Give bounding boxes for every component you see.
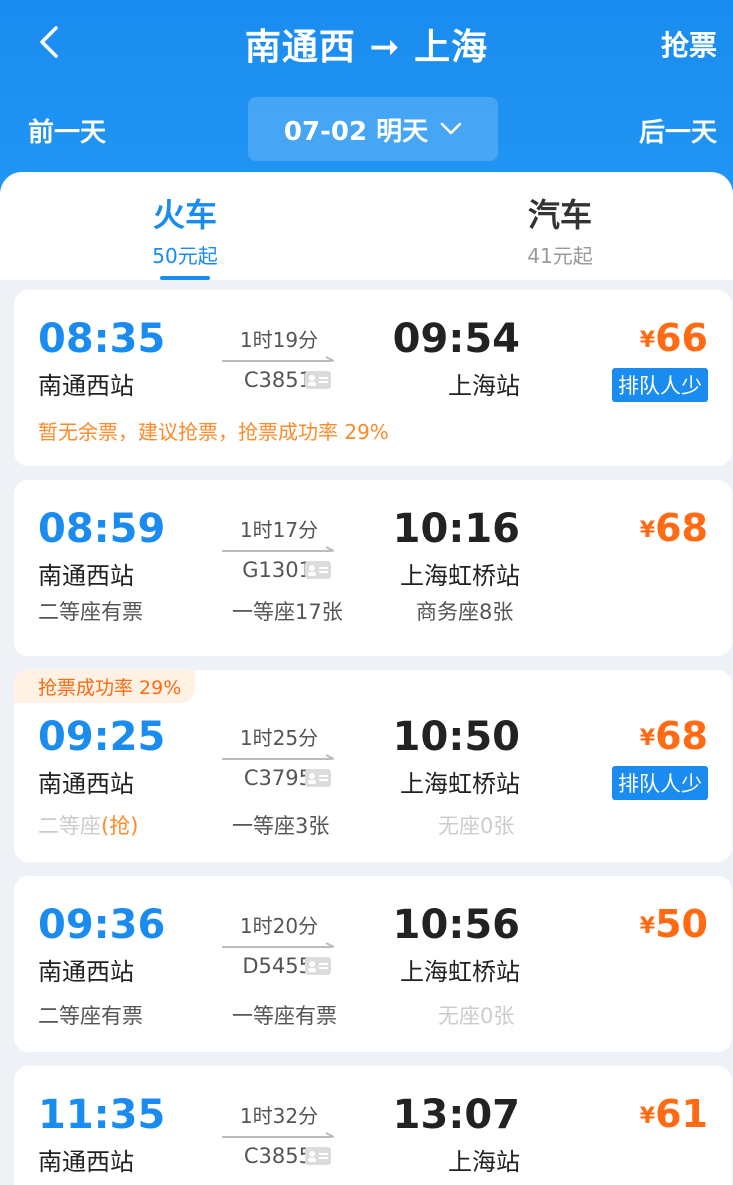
arrival-station: 上海虹桥站 [400, 958, 520, 986]
price: ¥68 [640, 714, 708, 758]
arrival-station: 上海站 [448, 372, 520, 400]
departure-time: 08:35 [38, 316, 166, 362]
arrival-time: 13:07 [392, 1092, 520, 1138]
arrival-station: 上海虹桥站 [400, 562, 520, 590]
id-card-icon [305, 561, 331, 579]
transport-tabs: 火车 50元起 汽车 41元起 [0, 172, 733, 280]
tab-underline [160, 276, 210, 280]
seat-second-class-label: 二等座 [38, 814, 101, 838]
grab-ticket-button[interactable]: 抢票 [661, 24, 717, 64]
departure-time: 11:35 [38, 1092, 166, 1138]
grab-success-ribbon: 抢票成功率 29% [14, 670, 196, 703]
arrow-line-icon [222, 754, 335, 760]
duration: 1时17分 [239, 518, 319, 542]
date-selector[interactable]: 07-02 明天 [248, 97, 498, 161]
departure-time: 09:25 [38, 714, 166, 760]
train-number: D5455 [242, 954, 312, 978]
arrival-time: 09:54 [392, 316, 520, 362]
arrow-line-icon [222, 356, 335, 362]
departure-station: 南通西站 [38, 958, 134, 986]
queue-badge: 排队人少 [612, 368, 708, 402]
seat-first-class: 一等座3张 [232, 814, 330, 838]
seat-business-class: 商务座8张 [416, 600, 514, 624]
price-value: 66 [655, 316, 708, 360]
grab-mark: (抢) [101, 814, 139, 838]
duration: 1时25分 [239, 726, 319, 750]
tab-bus[interactable]: 汽车 41元起 [460, 190, 660, 269]
train-number: G1301 [242, 558, 312, 582]
price-value: 61 [655, 1092, 708, 1136]
date-label: 07-02 明天 [283, 116, 429, 147]
departure-station: 南通西站 [38, 770, 134, 798]
route-title: 南通西 ➞ 上海 [244, 27, 489, 68]
currency-symbol: ¥ [639, 328, 656, 353]
duration: 1时20分 [239, 914, 319, 938]
seat-first-class: 一等座17张 [232, 600, 343, 624]
prev-day-button[interactable]: 前一天 [28, 112, 106, 149]
departure-station: 南通西站 [38, 562, 134, 590]
duration: 1时32分 [239, 1104, 319, 1128]
seat-second-class: 二等座有票 [38, 600, 143, 624]
train-number: C3795 [243, 766, 312, 790]
seat-standing: 无座0张 [438, 1004, 515, 1028]
price-value: 50 [655, 902, 708, 946]
seat-first-class: 一等座有票 [232, 1004, 337, 1028]
seat-second-class: 二等座(抢) [38, 810, 138, 840]
id-card-icon [305, 1147, 331, 1165]
arrow-line-icon [222, 546, 335, 552]
price: ¥68 [640, 506, 708, 550]
currency-symbol: ¥ [639, 726, 656, 751]
train-card[interactable]: 08:59 南通西站 1时17分 G1301 10:16 上海虹桥站 ¥68 二… [14, 480, 732, 656]
currency-symbol: ¥ [639, 1104, 656, 1129]
train-card[interactable]: 08:35 南通西站 1时19分 C3851 09:54 上海站 ¥66 排队人… [14, 290, 732, 466]
tab-bus-label: 汽车 [527, 196, 592, 234]
currency-symbol: ¥ [639, 518, 656, 543]
id-card-icon [305, 769, 331, 787]
departure-time: 09:36 [38, 902, 166, 948]
seat-standing: 无座0张 [438, 814, 515, 838]
price-value: 68 [655, 506, 708, 550]
departure-time: 08:59 [38, 506, 166, 552]
tab-train[interactable]: 火车 50元起 [85, 190, 285, 269]
arrow-line-icon [222, 942, 335, 948]
no-ticket-warning: 暂无余票，建议抢票，抢票成功率 29% [38, 420, 389, 444]
arrow-line-icon [222, 1132, 335, 1138]
header: 南通西 ➞ 上海 抢票 前一天 07-02 明天 后一天 [0, 0, 733, 200]
id-card-icon [305, 371, 331, 389]
train-card[interactable]: 11:35 南通西站 1时32分 C3855 13:07 上海站 ¥61 [14, 1066, 732, 1185]
queue-badge: 排队人少 [612, 766, 708, 800]
price: ¥61 [640, 1092, 708, 1136]
train-number: C3851 [243, 368, 312, 392]
tab-train-price: 50元起 [152, 244, 218, 268]
price: ¥66 [640, 316, 708, 360]
duration: 1时19分 [239, 328, 319, 352]
train-number: C3855 [243, 1144, 312, 1168]
chevron-down-icon [440, 122, 462, 135]
price: ¥50 [640, 902, 708, 946]
next-day-button[interactable]: 后一天 [639, 112, 717, 149]
id-card-icon [305, 957, 331, 975]
arrival-station: 上海虹桥站 [400, 770, 520, 798]
arrival-time: 10:16 [392, 506, 520, 552]
price-value: 68 [655, 714, 708, 758]
departure-station: 南通西站 [38, 372, 134, 400]
tab-train-label: 火车 [152, 196, 217, 234]
departure-station: 南通西站 [38, 1148, 134, 1176]
arrival-time: 10:50 [392, 714, 520, 760]
train-card[interactable]: 抢票成功率 29% 09:25 南通西站 1时25分 C3795 10:50 上… [14, 670, 732, 862]
seat-second-class: 二等座有票 [38, 1004, 143, 1028]
tab-bus-price: 41元起 [527, 244, 593, 268]
arrival-time: 10:56 [392, 902, 520, 948]
currency-symbol: ¥ [639, 914, 656, 939]
train-card[interactable]: 09:36 南通西站 1时20分 D5455 10:56 上海虹桥站 ¥50 二… [14, 876, 732, 1052]
arrival-station: 上海站 [448, 1148, 520, 1176]
